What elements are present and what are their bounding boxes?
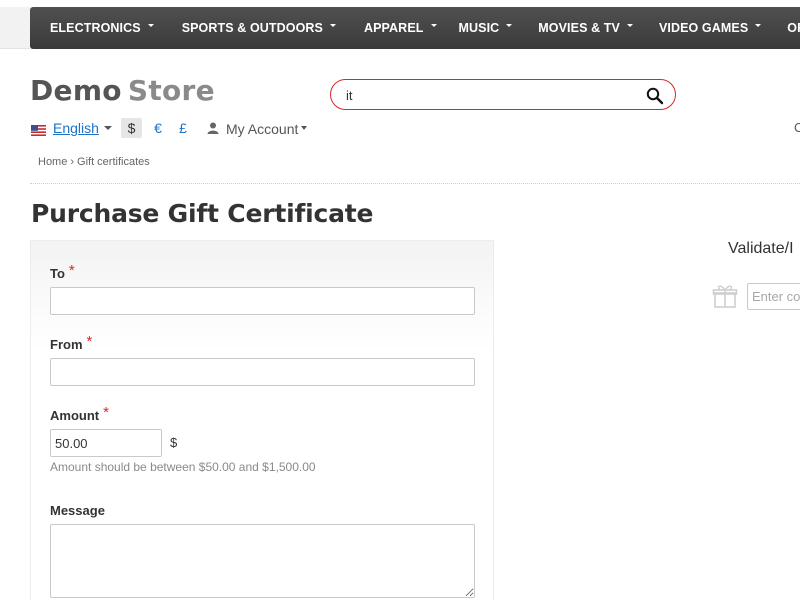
logo-text-store: Store <box>127 74 215 107</box>
from-field[interactable] <box>50 358 475 386</box>
search-box <box>330 79 676 110</box>
caret-down-icon[interactable] <box>301 126 307 130</box>
amount-hint: Amount should be between $50.00 and $1,5… <box>50 460 316 474</box>
caret-down-icon[interactable] <box>104 126 112 130</box>
store-logo[interactable]: Demo Store <box>30 74 215 107</box>
gift-icon <box>712 283 738 309</box>
top-navigation: ELECTRONICS SPORTS & OUTDOORS APPAREL MU… <box>30 7 800 49</box>
currency-usd[interactable]: $ <box>121 118 142 138</box>
breadcrumb-separator: › <box>70 156 75 168</box>
breadcrumb-home[interactable]: Home <box>38 156 67 168</box>
required-marker: * <box>86 333 93 350</box>
header-divider <box>30 183 800 184</box>
caret-down-icon <box>147 23 154 27</box>
currency-eur[interactable]: € <box>152 118 164 138</box>
nav-item-music[interactable]: MUSIC <box>447 21 523 35</box>
amount-field[interactable] <box>50 429 162 457</box>
nav-item-apparel[interactable]: APPAREL <box>346 21 447 35</box>
caret-down-icon <box>626 23 633 27</box>
message-field[interactable] <box>50 524 475 598</box>
caret-down-icon <box>506 23 513 27</box>
nav-item-label: OFFICE SUP <box>787 21 800 35</box>
language-selector[interactable]: English <box>53 120 99 136</box>
nav-item-sports-outdoors[interactable]: SPORTS & OUTDOORS <box>164 21 346 35</box>
from-label: From * <box>50 333 93 353</box>
certificate-code-input[interactable] <box>747 283 800 310</box>
user-icon <box>207 121 219 134</box>
logo-text-demo: Demo <box>30 74 122 107</box>
us-flag-icon <box>31 123 46 136</box>
nav-item-label: MUSIC <box>458 21 500 35</box>
nav-item-label: VIDEO GAMES <box>658 21 749 35</box>
nav-item-movies-tv[interactable]: MOVIES & TV <box>522 21 643 35</box>
required-marker: * <box>68 262 75 279</box>
search-icon[interactable] <box>645 86 665 106</box>
amount-currency: $ <box>170 435 178 450</box>
nav-item-label: MOVIES & TV <box>538 21 620 35</box>
search-input[interactable] <box>346 86 636 104</box>
message-label: Message <box>50 503 105 518</box>
amount-label-text: Amount <box>50 408 100 423</box>
validate-title: Validate/I <box>728 240 794 257</box>
nav-item-label: APPAREL <box>363 21 424 35</box>
caret-down-icon <box>329 23 336 27</box>
nav-item-office-supplies[interactable]: OFFICE SUP <box>771 21 800 35</box>
caret-down-icon <box>755 23 762 27</box>
to-field[interactable] <box>50 287 475 315</box>
header-edge-glyph: C <box>794 120 800 135</box>
breadcrumb-current: Gift certificates <box>77 156 150 168</box>
required-marker: * <box>103 404 109 421</box>
to-label: To * <box>50 262 75 282</box>
nav-item-label: ELECTRONICS <box>50 21 141 35</box>
top-strip <box>0 7 30 49</box>
nav-item-video-games[interactable]: VIDEO GAMES <box>643 21 771 35</box>
currency-gbp[interactable]: £ <box>177 118 189 138</box>
nav-item-electronics[interactable]: ELECTRONICS <box>30 21 164 35</box>
my-account-menu[interactable]: My Account <box>226 121 298 137</box>
breadcrumb: Home › Gift certificates <box>38 156 150 168</box>
nav-item-label: SPORTS & OUTDOORS <box>181 21 323 35</box>
caret-down-icon <box>430 23 437 27</box>
to-label-text: To <box>50 266 65 281</box>
amount-label: Amount * <box>50 404 109 424</box>
from-label-text: From <box>50 337 83 352</box>
page-title: Purchase Gift Certificate <box>31 199 374 228</box>
